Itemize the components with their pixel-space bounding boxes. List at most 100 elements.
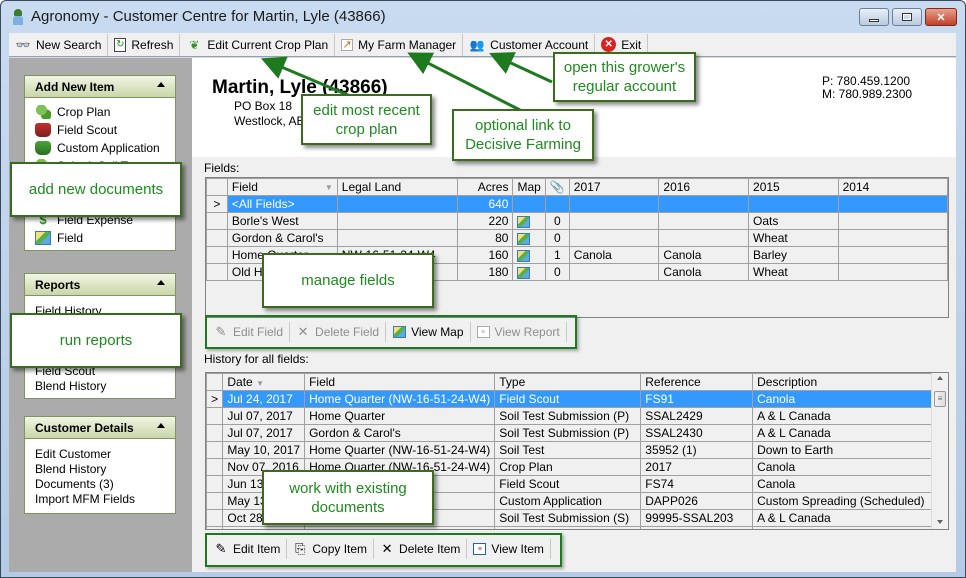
col-2016[interactable]: 2016 — [658, 178, 750, 196]
field-scout-icon — [35, 123, 51, 137]
title-bar: Agronomy - Customer Centre for Martin, L… — [1, 1, 965, 33]
cell-description: A & L Canada — [752, 424, 948, 442]
collapse-icon[interactable] — [157, 82, 165, 87]
cell-map — [512, 229, 546, 247]
history-row[interactable]: Jun 22, 2015Home Quarter (NW-16-51-24-W4… — [206, 526, 948, 529]
highlight-field-actions — [205, 315, 577, 349]
history-row[interactable]: Jul 07, 2017 Home Quarter Soil Test Submis… — [206, 407, 948, 425]
mobile-number: M: 780.989.2300 — [822, 87, 913, 101]
refresh-button[interactable]: ↻ Refresh — [108, 33, 181, 56]
row-indicator — [206, 458, 224, 476]
close-button[interactable]: ✕ — [925, 8, 957, 26]
cell-attachments: 0 — [544, 263, 570, 281]
people-icon: 👥 — [469, 37, 485, 52]
row-indicator: > — [206, 195, 228, 213]
customer-details-header[interactable]: Customer Details — [25, 417, 175, 439]
collapse-icon[interactable] — [157, 280, 165, 285]
minimize-button[interactable] — [859, 8, 889, 26]
maximize-button[interactable] — [892, 8, 922, 26]
map-icon[interactable] — [517, 215, 531, 228]
col-map[interactable]: Map — [512, 178, 546, 196]
cell-field: Home Quarter (NW-16-51-24-W4) — [304, 390, 496, 408]
cell-description: Custom Spreading (Scheduled) — [752, 492, 948, 510]
cell-field: <All Fields> — [226, 195, 338, 213]
cell-2015: Oats — [748, 212, 839, 230]
edit-customer-link[interactable]: Edit Customer — [35, 447, 165, 462]
row-indicator — [206, 509, 224, 527]
external-link-icon: ↗ — [341, 38, 354, 51]
row-indicator — [206, 229, 228, 247]
cell-reference: SSAL2429 — [640, 407, 754, 425]
col-reference[interactable]: Reference — [640, 373, 754, 391]
cell-acres: 80 — [456, 229, 514, 247]
col-type[interactable]: Type — [494, 373, 642, 391]
col-2017[interactable]: 2017 — [568, 178, 660, 196]
import-mfm-fields-link[interactable]: Import MFM Fields — [35, 492, 165, 507]
map-icon[interactable] — [517, 266, 531, 279]
map-icon[interactable] — [517, 249, 531, 262]
cell-2016: Canola — [658, 263, 750, 281]
sort-icon: ▼ — [324, 183, 333, 192]
crop-plan-icon — [35, 105, 51, 119]
scroll-down-icon[interactable] — [937, 520, 943, 524]
cell-2016 — [658, 212, 750, 230]
cell-type: Soil Test Submission (S) — [494, 509, 642, 527]
cell-acres: 640 — [456, 195, 514, 213]
edit-current-crop-plan-button[interactable]: ❦ Edit Current Crop Plan — [180, 33, 336, 56]
col-date[interactable]: Date ▼ — [222, 373, 306, 391]
new-search-button[interactable]: 👓 New Search — [9, 33, 109, 56]
col-attachments[interactable]: 📎 — [544, 178, 570, 196]
history-row[interactable]: > Jul 24, 2017 Home Quarter (NW-16-51-24-W… — [206, 390, 948, 408]
add-field[interactable]: Field — [35, 229, 165, 247]
cell-date: Jun 22, 2015 — [222, 526, 306, 529]
col-2014[interactable]: 2014 — [837, 178, 948, 196]
annotation-add-new: add new documents — [10, 162, 182, 217]
map-icon[interactable] — [517, 232, 531, 245]
reports-header[interactable]: Reports — [25, 274, 175, 296]
cell-legal-land — [336, 229, 458, 247]
row-indicator — [206, 441, 224, 459]
history-scrollbar[interactable]: ≡ — [931, 373, 948, 529]
history-row[interactable]: Jul 07, 2017 Gordon & Carol's Soil Test Su… — [206, 424, 948, 442]
report-blend-history[interactable]: Blend History — [35, 379, 165, 394]
crop-plan-icon: ❦ — [189, 37, 200, 52]
paperclip-icon: 📎 — [549, 180, 565, 194]
row-indicator: > — [206, 390, 224, 408]
cell-attachments: 1 — [544, 246, 570, 264]
cell-field: Home Quarter (NW-16-51-24-W4) — [304, 441, 496, 459]
add-crop-plan[interactable]: Crop Plan — [35, 103, 165, 121]
col-2015[interactable]: 2015 — [748, 178, 839, 196]
field-row[interactable]: Borle's West 220 0 Oats — [206, 212, 948, 230]
my-farm-manager-button[interactable]: ↗ My Farm Manager — [335, 33, 464, 56]
col-legal-land[interactable]: Legal Land — [336, 178, 458, 196]
add-field-scout[interactable]: Field Scout — [35, 121, 165, 139]
cell-2015: Wheat — [748, 263, 839, 281]
blend-history-link[interactable]: Blend History — [35, 462, 165, 477]
scroll-thumb[interactable]: ≡ — [934, 391, 946, 407]
window-title: Agronomy - Customer Centre for Martin, L… — [31, 8, 386, 25]
close-icon: ✕ — [936, 11, 946, 24]
row-indicator — [206, 475, 224, 493]
sort-desc-icon: ▼ — [256, 379, 264, 388]
cell-2014 — [837, 229, 948, 247]
cell-2014 — [837, 263, 948, 281]
col-description[interactable]: Description — [752, 373, 948, 391]
scroll-up-icon[interactable] — [937, 376, 943, 380]
field-row[interactable]: > <All Fields> 640 — [206, 195, 948, 213]
col-field[interactable]: Field ▼ — [226, 178, 338, 196]
collapse-icon[interactable] — [157, 423, 165, 428]
cell-date: May 10, 2017 — [222, 441, 306, 459]
cell-2015: Wheat — [748, 229, 839, 247]
add-custom-application[interactable]: Custom Application — [35, 139, 165, 157]
cell-reference: 35952 (1) — [640, 441, 754, 459]
col-acres[interactable]: Acres — [456, 178, 514, 196]
cell-type: Field Scout — [494, 390, 642, 408]
add-new-item-header[interactable]: Add New Item — [25, 76, 175, 98]
field-row[interactable]: Gordon & Carol's 80 0 Wheat — [206, 229, 948, 247]
history-row[interactable]: May 10, 2017 Home Quarter (NW-16-51-24-W4… — [206, 441, 948, 459]
cell-reference: DAPP026 — [640, 492, 754, 510]
documents-link[interactable]: Documents (3) — [35, 477, 165, 492]
cell-2016 — [658, 195, 750, 213]
cell-map — [512, 195, 546, 213]
col-field[interactable]: Field — [304, 373, 496, 391]
